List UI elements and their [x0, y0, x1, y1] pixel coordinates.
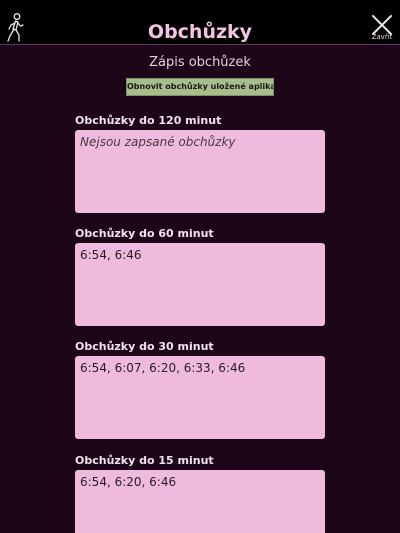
page-title: Obchůzky: [147, 21, 253, 43]
close-label: Zavřít: [371, 33, 393, 41]
section-label-30: Obchůzky do 30 minut: [75, 340, 214, 353]
section-label-60: Obchůzky do 60 minut: [75, 227, 214, 240]
rounds-field-30[interactable]: 6:54, 6:07, 6:20, 6:33, 6:46: [75, 356, 325, 439]
rounds-field-120[interactable]: Nejsou zapsané obchůzky: [75, 130, 325, 213]
refresh-rounds-button[interactable]: Obnovit obchůzky uložené aplikací: [126, 78, 274, 96]
rounds-value-15: 6:54, 6:20, 6:46: [80, 475, 177, 489]
app-header: Obchůzky Zavřít: [0, 0, 400, 45]
rounds-value-120: Nejsou zapsané obchůzky: [80, 135, 236, 149]
section-heading: Zápis obchůzek: [149, 55, 251, 70]
close-button[interactable]: Zavřít: [368, 13, 396, 41]
rounds-value-60: 6:54, 6:46: [80, 248, 142, 262]
section-label-15: Obchůzky do 15 minut: [75, 454, 214, 467]
rounds-field-60[interactable]: 6:54, 6:46: [75, 243, 325, 326]
rounds-field-15[interactable]: 6:54, 6:20, 6:46: [75, 470, 325, 533]
section-label-120: Obchůzky do 120 minut: [75, 114, 222, 127]
rounds-value-30: 6:54, 6:07, 6:20, 6:33, 6:46: [80, 361, 246, 375]
